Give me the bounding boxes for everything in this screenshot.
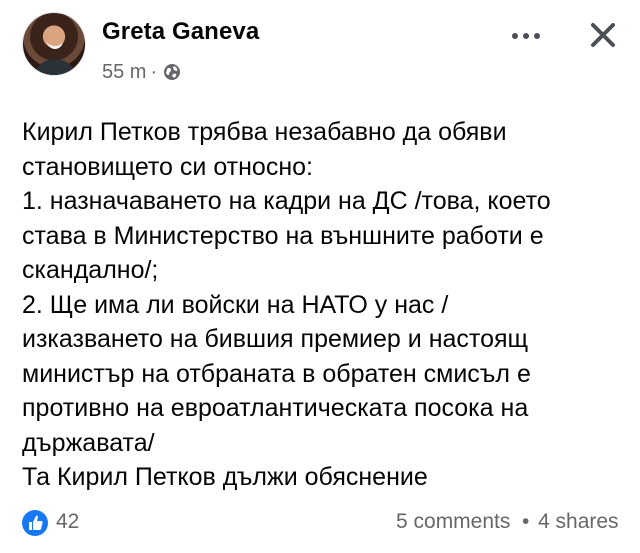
post-header: Greta Ganeva 55 m · <box>0 0 640 100</box>
author-name[interactable]: Greta Ganeva <box>102 18 259 46</box>
post-text: Кирил Петков трябва незабавно да обяви с… <box>22 118 551 491</box>
post-time[interactable]: 55 m <box>102 61 146 84</box>
comments-link[interactable]: 5 comments <box>396 510 510 534</box>
globe-icon <box>163 63 181 81</box>
shares-link[interactable]: 4 shares <box>538 510 619 534</box>
meta-separator: · <box>150 60 158 83</box>
avatar-smile <box>47 41 63 49</box>
close-button[interactable] <box>588 20 618 50</box>
footer-separator: • <box>522 510 530 533</box>
more-options-icon <box>512 33 518 39</box>
more-options-icon <box>534 33 540 39</box>
like-icon[interactable] <box>22 510 48 536</box>
more-options-icon <box>523 33 529 39</box>
avatar[interactable] <box>22 12 86 76</box>
avatar-shirt <box>33 59 77 75</box>
reaction-count[interactable]: 42 <box>56 510 79 534</box>
post-footer: 42 5 comments • 4 shares <box>0 500 640 540</box>
more-options-button[interactable] <box>508 24 544 48</box>
close-icon <box>591 23 615 47</box>
post-meta: 55 m · <box>102 60 181 84</box>
